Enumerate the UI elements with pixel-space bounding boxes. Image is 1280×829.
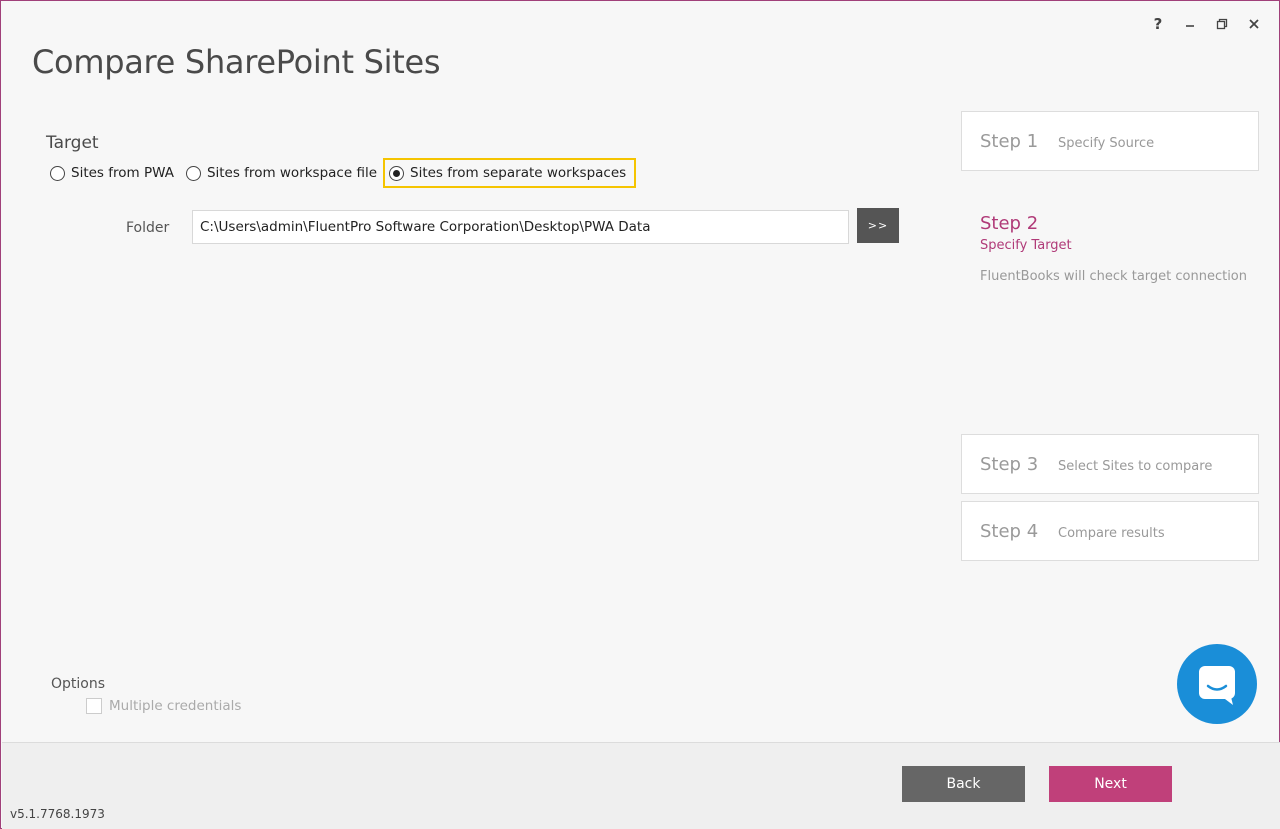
radio-label: Sites from separate workspaces [410,165,627,181]
folder-path-input[interactable] [192,210,849,244]
target-radio-group: Sites from PWA Sites from workspace file… [50,158,644,188]
step-description: Specify Source [1058,135,1155,151]
step-description: Select Sites to compare [1058,458,1213,474]
step-description: Specify Target [980,238,1072,253]
checkbox-box[interactable] [86,698,102,714]
step-3-card: Step 3 Select Sites to compare [961,434,1259,494]
checkbox-label: Multiple credentials [109,698,242,714]
radio-sites-from-separate-workspaces[interactable]: Sites from separate workspaces [383,158,637,188]
step-number: Step 4 [980,520,1039,542]
restore-icon[interactable] [1211,13,1233,35]
step-2-active: Step 2 Specify Target FluentBooks will c… [980,213,1250,286]
step-number: Step 2 [980,213,1039,234]
radio-circle-selected[interactable] [389,165,405,181]
radio-label: Sites from workspace file [206,165,378,181]
step-note: FluentBooks will check target connection [980,269,1248,284]
step-1-card: Step 1 Specify Source [961,111,1259,171]
help-button[interactable]: ? [1147,13,1169,35]
step-description: Compare results [1058,525,1165,541]
app-window: ? Compare SharePoint Sites Target Sites … [0,0,1280,829]
folder-row: Folder >> [1,208,901,244]
options-label: Options [51,676,106,692]
radio-circle[interactable] [185,165,201,181]
multiple-credentials-checkbox[interactable]: Multiple credentials [86,698,241,714]
next-button[interactable]: Next [1049,766,1172,802]
step-number: Step 1 [980,130,1039,152]
radio-sites-from-workspace-file[interactable]: Sites from workspace file [185,158,381,188]
close-icon[interactable] [1243,13,1265,35]
radio-label: Sites from PWA [71,165,174,181]
target-label: Target [46,133,99,153]
page-title: Compare SharePoint Sites [32,43,441,81]
folder-label: Folder [126,220,170,236]
step-4-card: Step 4 Compare results [961,501,1259,561]
step-number: Step 3 [980,453,1039,475]
version-label: v5.1.7768.1973 [10,807,105,821]
chat-icon[interactable] [1177,644,1257,724]
back-button[interactable]: Back [902,766,1025,802]
window-controls: ? [1147,13,1265,35]
radio-circle[interactable] [50,165,65,181]
minimize-icon[interactable] [1179,13,1201,35]
radio-sites-from-pwa[interactable]: Sites from PWA [50,158,178,188]
browse-folder-button[interactable]: >> [857,208,899,243]
